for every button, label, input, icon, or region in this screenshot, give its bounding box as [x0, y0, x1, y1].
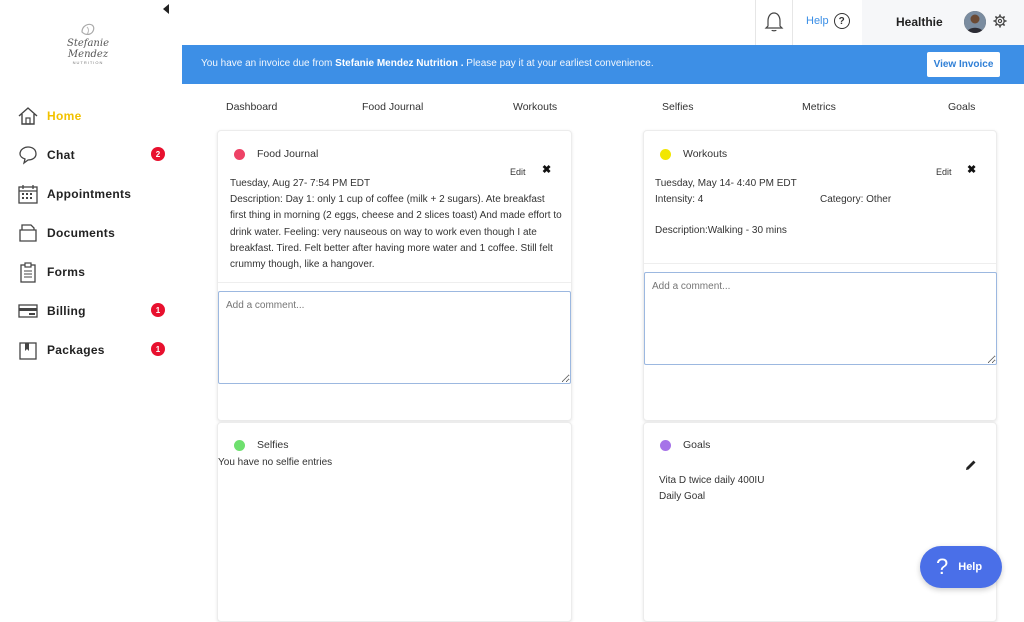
card-title: Goals	[660, 439, 710, 451]
tab-workouts[interactable]: Workouts	[513, 101, 557, 113]
comment-input[interactable]	[218, 291, 571, 384]
card-title: Food Journal	[234, 148, 318, 160]
help-button-label: Help	[958, 561, 983, 573]
tab-metrics[interactable]: Metrics	[802, 101, 836, 113]
view-invoice-button[interactable]: View Invoice	[927, 52, 1000, 77]
sidebar-item-label: Billing	[47, 303, 86, 318]
sidebar-item-label: Forms	[47, 264, 86, 279]
sidebar-item-label: Appointments	[47, 186, 132, 201]
close-icon[interactable]: ✖	[542, 163, 551, 176]
status-dot	[660, 439, 671, 451]
card-title-text: Selfies	[257, 439, 289, 451]
divider	[644, 263, 996, 264]
card-title: Workouts	[660, 148, 727, 160]
calendar-icon	[16, 182, 40, 206]
tab-goals[interactable]: Goals	[948, 101, 975, 113]
top-bar: Help ? Healthie	[182, 0, 1024, 45]
help-link-label: Help	[806, 15, 829, 27]
banner-text-after: Please pay it at your earliest convenien…	[463, 58, 654, 69]
sidebar-item-label: Home	[47, 108, 82, 123]
brand-logo[interactable]: Stefanie Mendez NUTRITION	[46, 22, 130, 65]
card-title-text: Food Journal	[257, 148, 319, 160]
sidebar-item-label: Packages	[47, 342, 105, 357]
user-name: Healthie	[896, 15, 943, 29]
help-link[interactable]: Help ?	[806, 13, 850, 29]
comment-input[interactable]	[644, 272, 997, 365]
document-icon	[16, 221, 40, 245]
status-dot	[234, 439, 245, 451]
sidebar-item-home[interactable]: Home	[16, 96, 176, 135]
banner-message: You have an invoice due from Stefanie Me…	[201, 58, 654, 69]
food-journal-card: Food Journal Edit ✖ Tuesday, Aug 27- 7:5…	[217, 130, 572, 421]
workout-intensity: Intensity: 4	[655, 194, 704, 205]
tab-dashboard[interactable]: Dashboard	[226, 101, 277, 113]
sidebar-item-documents[interactable]: Documents	[16, 213, 176, 252]
divider	[792, 0, 793, 45]
home-icon	[16, 104, 40, 128]
selfies-card: Selfies You have no selfie entries	[217, 422, 572, 622]
entry-date: Tuesday, May 14- 4:40 PM EDT	[655, 178, 797, 189]
sidebar-item-chat[interactable]: Chat 2	[16, 135, 176, 174]
tab-selfies[interactable]: Selfies	[662, 101, 694, 113]
sidebar-item-appointments[interactable]: Appointments	[16, 174, 176, 213]
banner-provider: Stefanie Mendez Nutrition .	[335, 58, 464, 69]
avatar[interactable]	[964, 11, 986, 33]
gear-icon[interactable]	[993, 14, 1007, 28]
chat-badge: 2	[151, 147, 165, 161]
collapse-sidebar-icon[interactable]	[163, 4, 173, 16]
entry-date: Tuesday, Aug 27- 7:54 PM EDT	[230, 178, 371, 189]
sidebar-nav: Home Chat 2 Appointments Documents Forms…	[16, 96, 176, 369]
help-chat-button[interactable]: ? Help	[920, 546, 1002, 588]
sidebar-item-label: Chat	[47, 147, 75, 162]
workout-category: Category: Other	[820, 194, 892, 205]
tab-food-journal[interactable]: Food Journal	[362, 101, 423, 113]
close-icon[interactable]: ✖	[967, 163, 976, 176]
status-dot	[234, 148, 245, 160]
clipboard-icon	[16, 260, 40, 284]
sidebar-item-packages[interactable]: Packages 1	[16, 330, 176, 369]
sidebar-item-billing[interactable]: Billing 1	[16, 291, 176, 330]
divider	[755, 0, 756, 45]
logo-name: Stefanie Mendez	[66, 38, 109, 60]
question-icon: ?	[936, 554, 949, 579]
pencil-icon[interactable]	[965, 458, 977, 470]
sidebar-item-label: Documents	[47, 225, 116, 240]
workouts-card: Workouts Edit ✖ Tuesday, May 14- 4:40 PM…	[643, 130, 997, 421]
card-title-text: Goals	[683, 439, 711, 451]
card-title: Selfies	[234, 439, 289, 451]
invoice-banner: You have an invoice due from Stefanie Me…	[182, 45, 1024, 84]
divider	[218, 282, 571, 283]
billing-badge: 1	[151, 303, 165, 317]
dashboard-tabs: Dashboard Food Journal Workouts Selfies …	[182, 96, 1024, 118]
entry-description: Description:Walking - 30 mins	[655, 225, 787, 236]
question-icon: ?	[833, 13, 850, 29]
card-title-text: Workouts	[683, 148, 728, 160]
goals-card: Goals Vita D twice daily 400IU Daily Goa…	[643, 422, 997, 622]
entry-description: Description: Day 1: only 1 cup of coffee…	[230, 194, 562, 271]
sidebar: Stefanie Mendez NUTRITION Home Chat 2 Ap…	[0, 0, 182, 613]
user-menu[interactable]: Healthie	[862, 0, 1024, 45]
logo-subtitle: NUTRITION	[72, 60, 104, 65]
empty-state-text: You have no selfie entries	[218, 457, 333, 468]
goal-name: Vita D twice daily 400IU	[659, 475, 765, 486]
chat-icon	[16, 143, 40, 167]
package-icon	[16, 338, 40, 362]
goal-frequency: Daily Goal	[659, 491, 706, 502]
packages-badge: 1	[151, 342, 165, 356]
sidebar-item-forms[interactable]: Forms	[16, 252, 176, 291]
credit-card-icon	[16, 299, 40, 323]
status-dot	[660, 148, 671, 160]
banner-text-before: You have an invoice due from	[201, 58, 336, 69]
notifications-bell-icon[interactable]	[764, 11, 784, 33]
